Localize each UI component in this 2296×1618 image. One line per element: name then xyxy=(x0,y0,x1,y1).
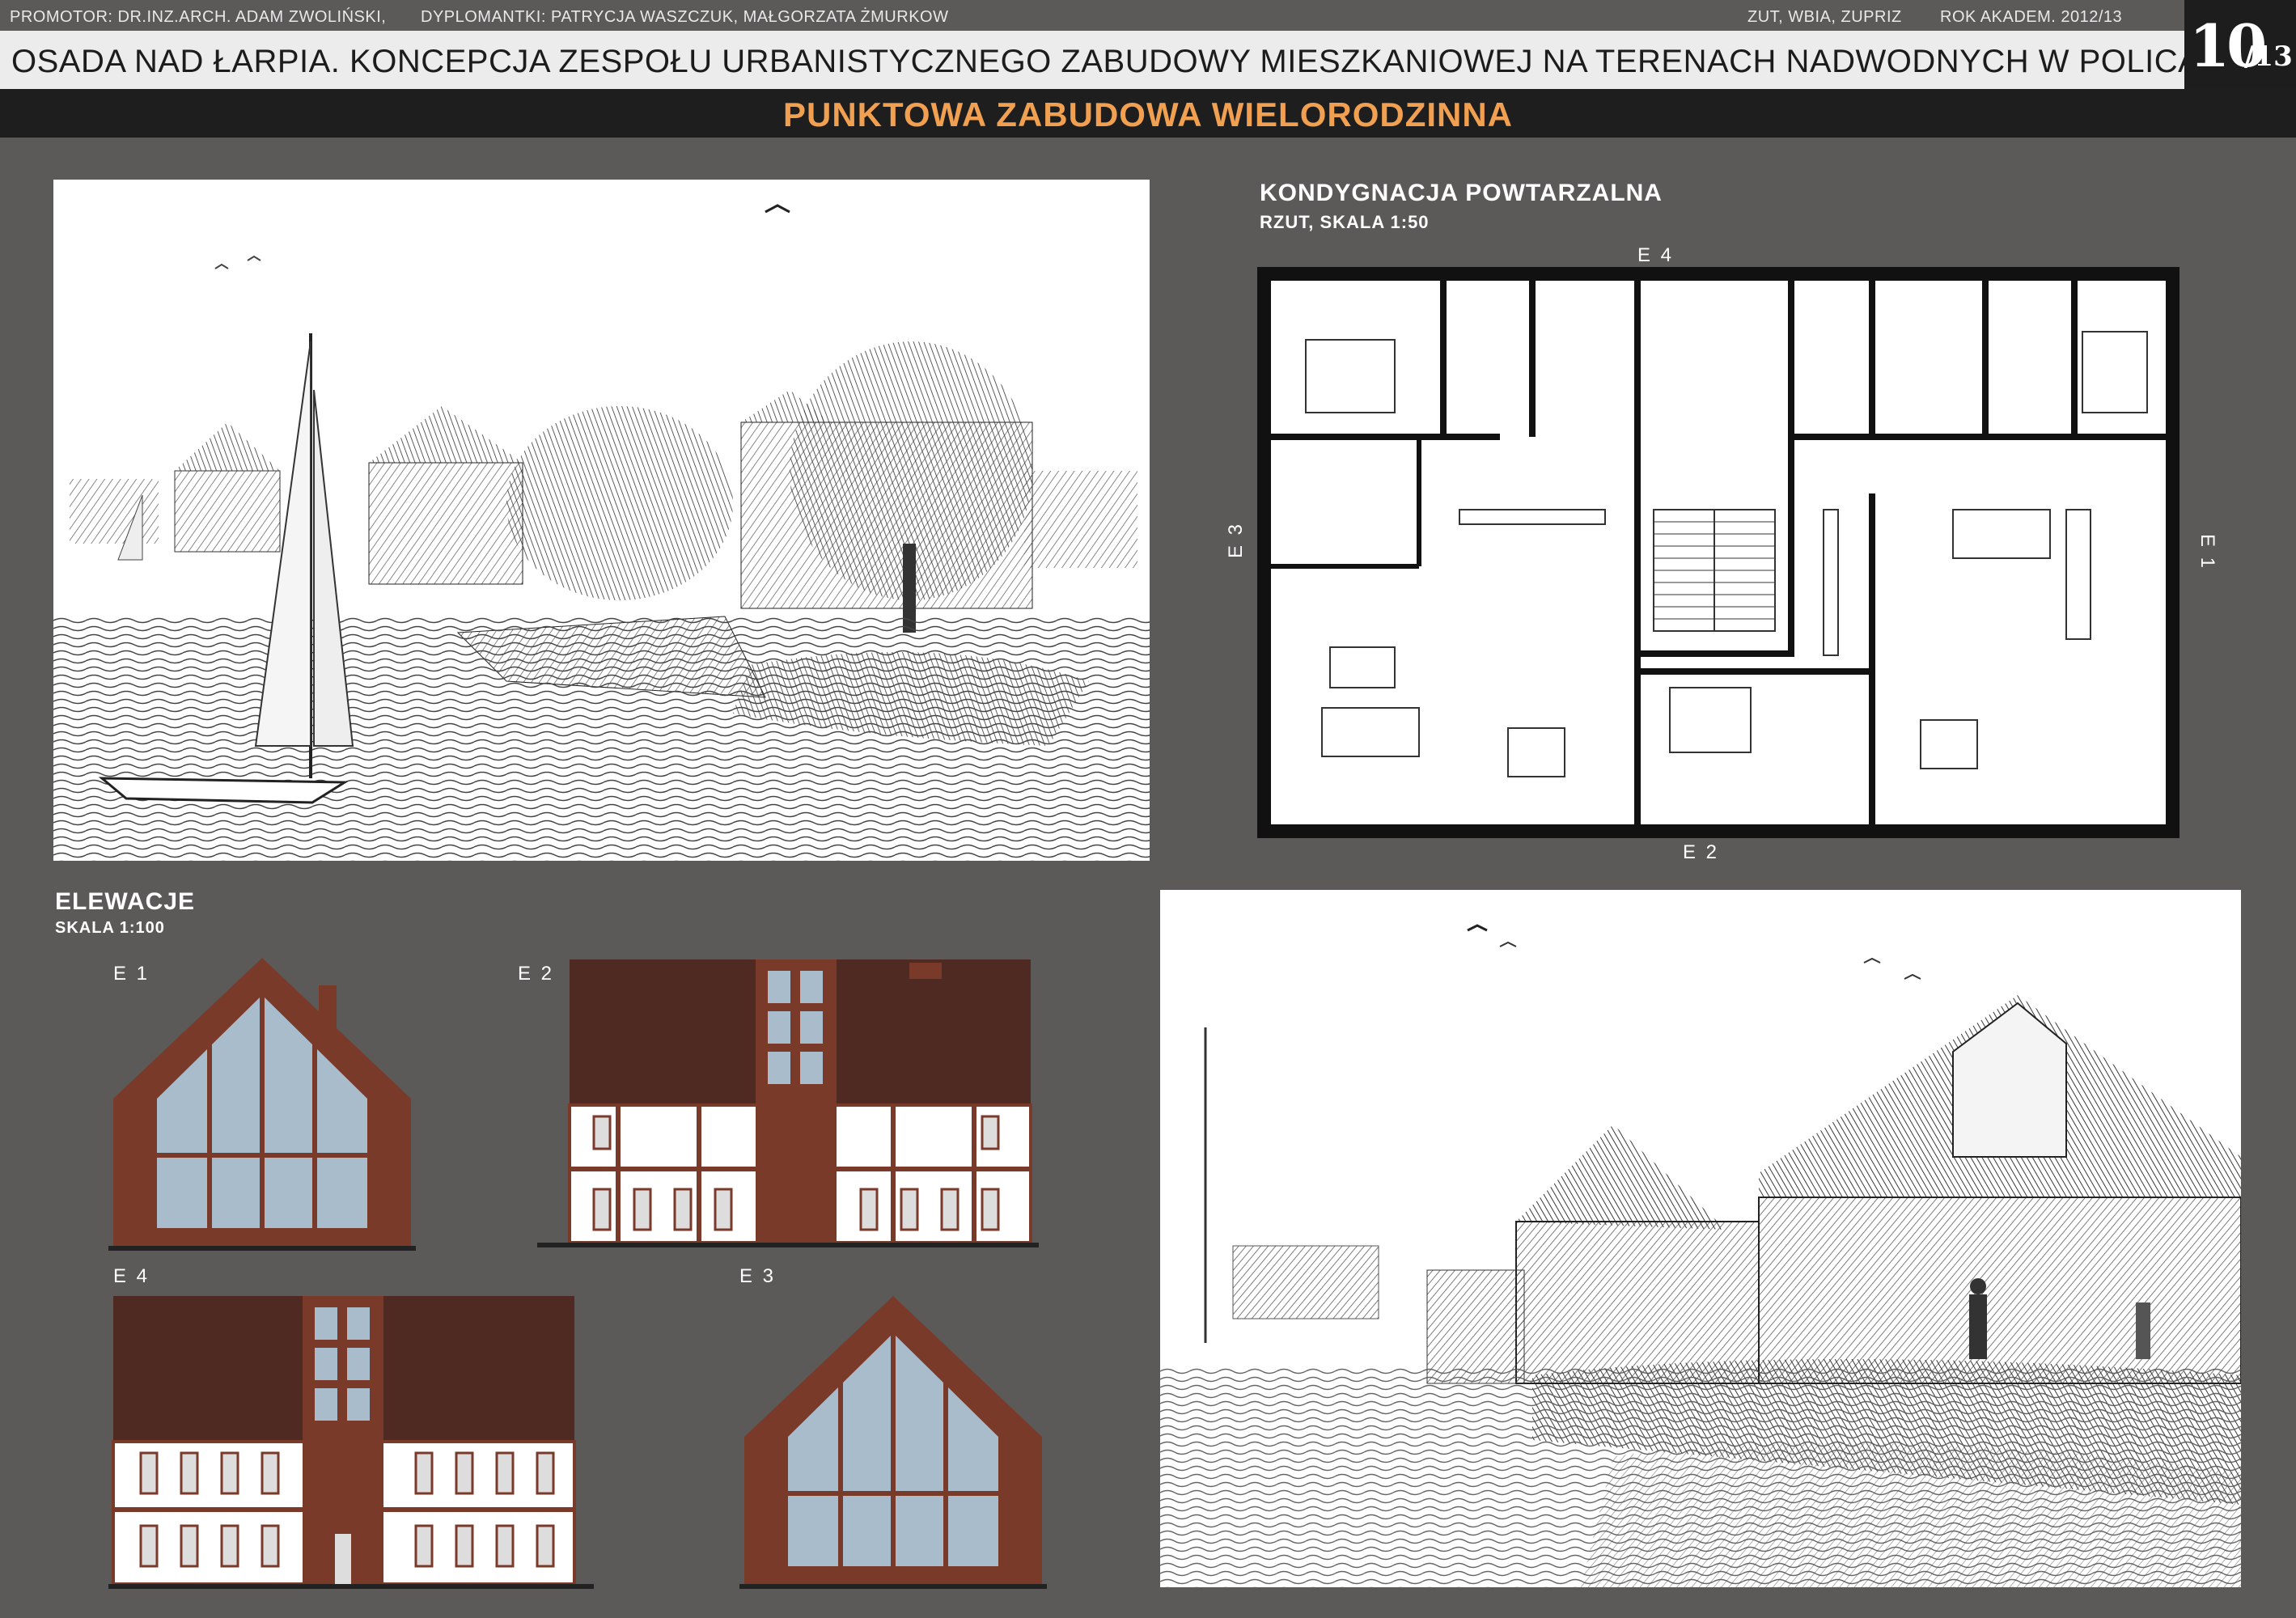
floor-plan xyxy=(1256,235,2180,839)
sketch-waterfront-sailboat xyxy=(53,180,1150,861)
elevation-label-e3: E 3 xyxy=(739,1265,777,1287)
page-title: OSADA NAD ŁARPIA. KONCEPCJA ZESPOŁU URBA… xyxy=(11,44,2257,79)
page-number-box: 10 /13 xyxy=(2184,0,2296,89)
elevations-scale: SKALA 1:100 xyxy=(55,919,165,937)
institution-text: ZUT, WBIA, ZUPRIZ xyxy=(1747,8,1902,26)
plan-heading: KONDYGNACJA POWTARZALNA xyxy=(1260,180,1663,206)
plan-mark-e3: E 3 xyxy=(1225,521,1247,558)
sketch-waterfront-sailboat-drawing xyxy=(53,180,1150,861)
plan-mark-e4: E 4 xyxy=(1637,244,1675,266)
academic-year-text: ROK AKADEM. 2012/13 xyxy=(1940,8,2123,26)
elevations-heading: ELEWACJE xyxy=(55,888,196,915)
plan-scale: RZUT, SKALA 1:50 xyxy=(1260,212,1430,232)
promoter-text: PROMOTOR: DR.INZ.ARCH. ADAM ZWOLIŃSKI, xyxy=(10,8,387,26)
students-text: DYPLOMANTKI: PATRYCJA WASZCZUK, MAŁGORZA… xyxy=(421,8,949,26)
plan-mark-e1: E 1 xyxy=(2196,534,2218,571)
sketch-waterfront-buildings xyxy=(1160,890,2241,1587)
elevation-e2 xyxy=(537,959,1039,1247)
elevation-e3 xyxy=(739,1296,1047,1589)
elevation-e1 xyxy=(108,958,416,1251)
elevation-label-e4: E 4 xyxy=(113,1265,150,1287)
elevation-e4 xyxy=(108,1296,594,1589)
plan-mark-e2: E 2 xyxy=(1683,841,1720,863)
page-subtitle: PUNKTOWA ZABUDOWA WIELORODZINNA xyxy=(782,95,1514,133)
floor-plan-drawing xyxy=(1256,235,2180,839)
page-total: /13 xyxy=(2244,40,2293,73)
sketch-waterfront-buildings-drawing xyxy=(1160,890,2241,1587)
